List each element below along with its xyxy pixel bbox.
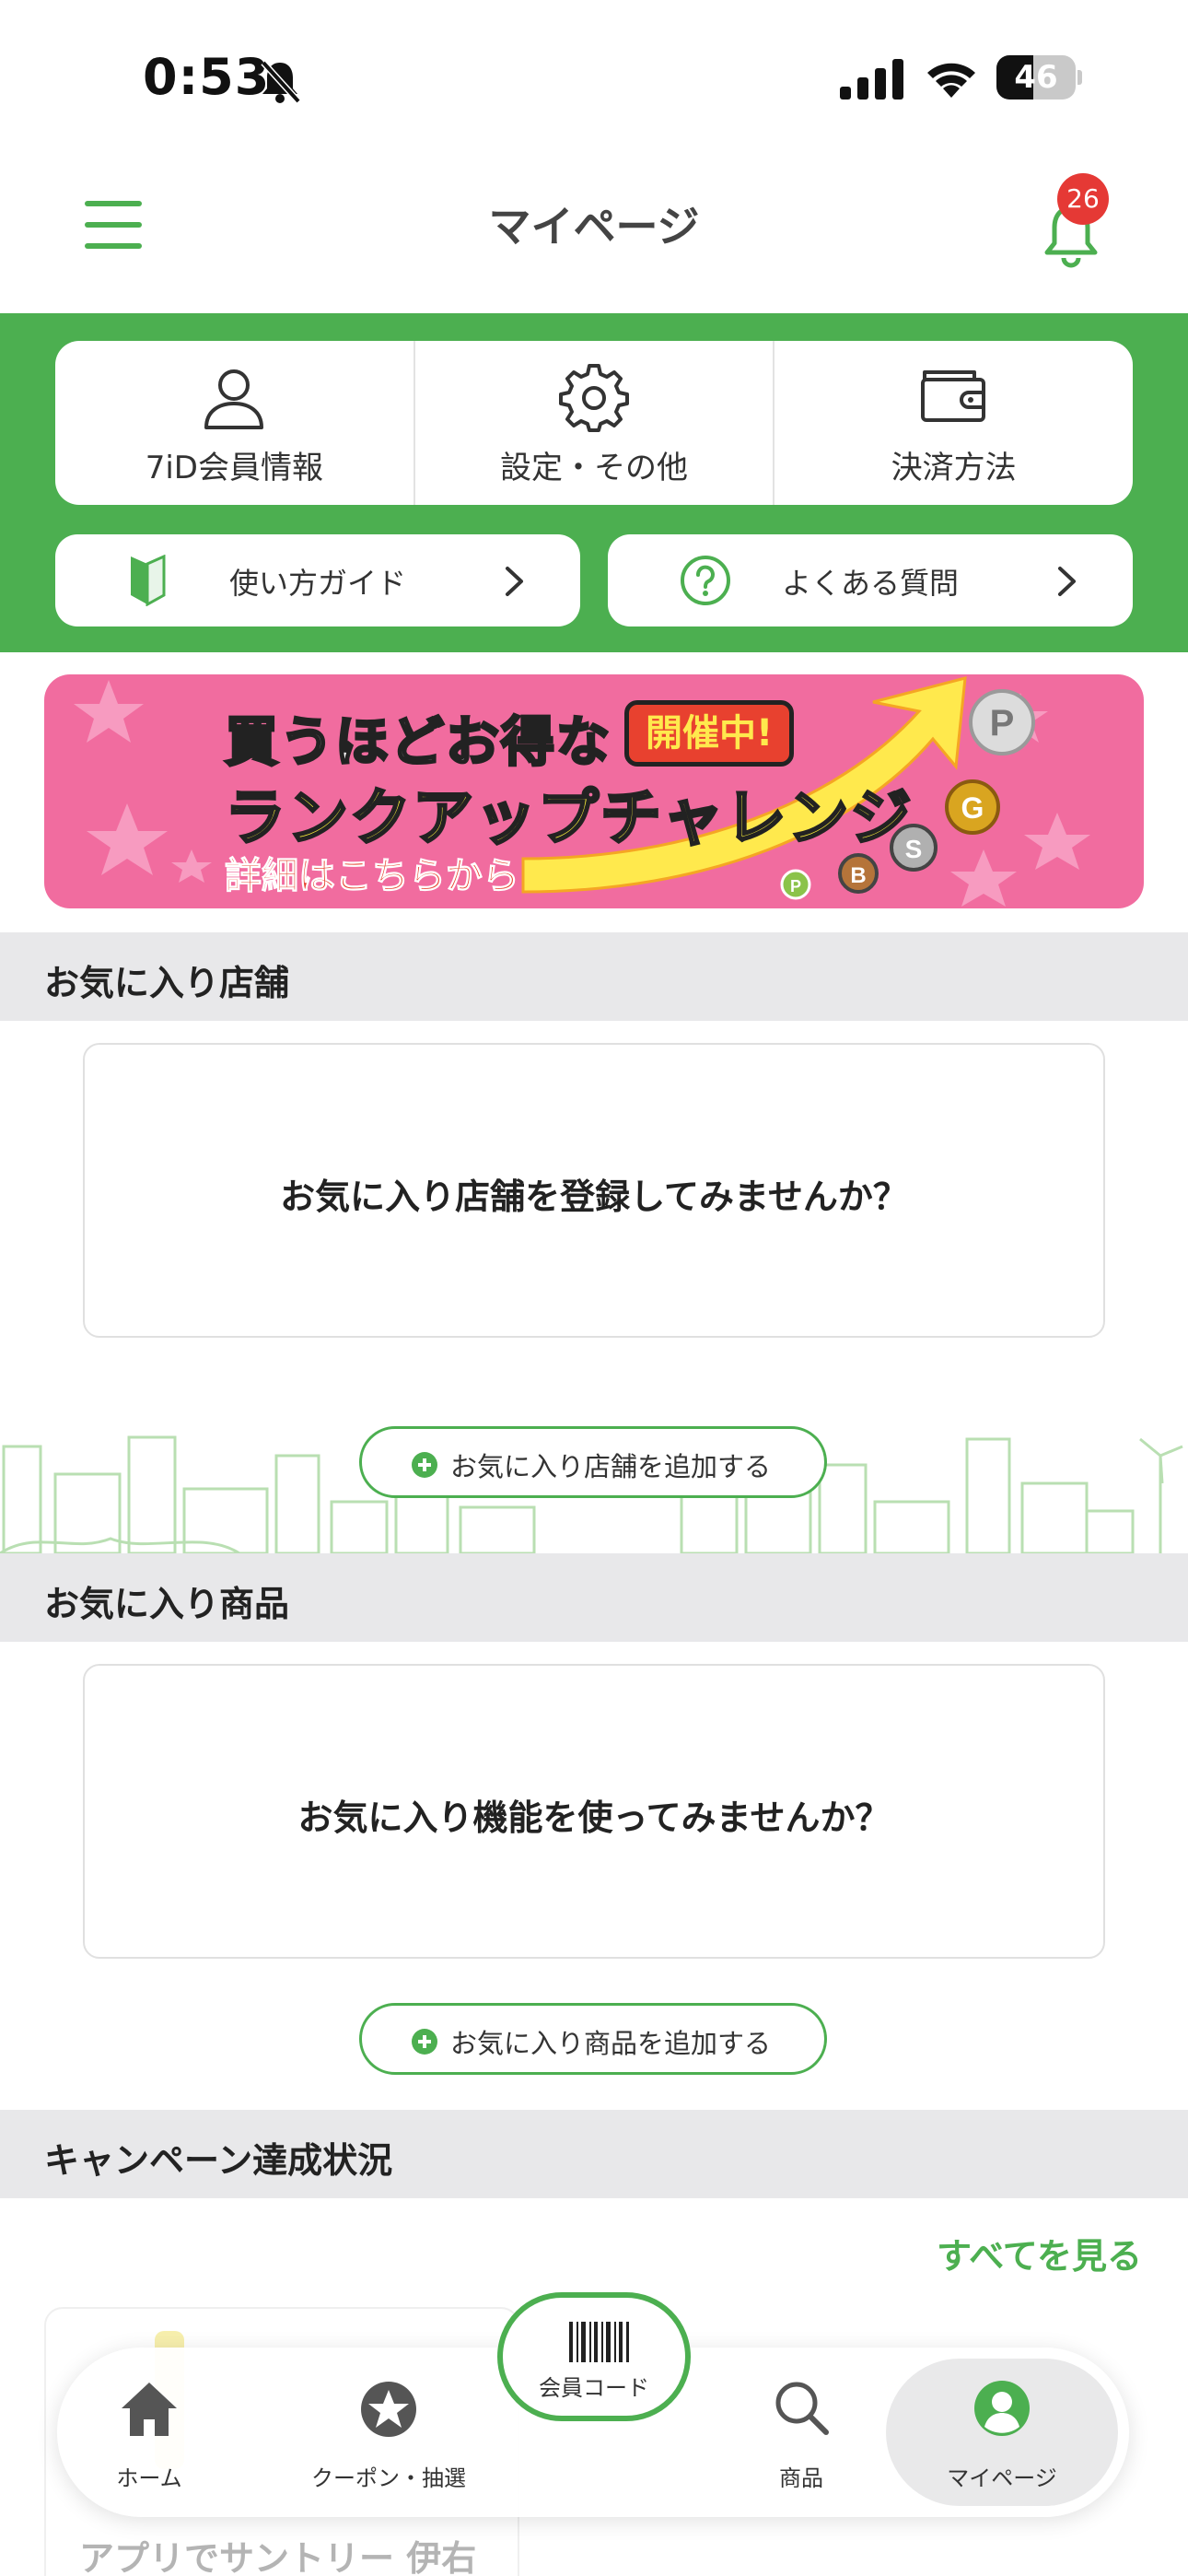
- plus-circle-icon: [412, 1452, 437, 1478]
- quick-menu-panel: 7iD会員情報 設定・その他 決済方法 使い方ガイド よくある質問: [0, 313, 1188, 652]
- empty-message: お気に入り店舗を登録してみませんか？: [280, 1177, 908, 1217]
- settings-label: 設定・その他: [500, 450, 688, 486]
- usage-guide-button[interactable]: 使い方ガイド: [55, 534, 580, 626]
- svg-text:P: P: [990, 703, 1015, 744]
- battery-level: 46: [1014, 59, 1058, 96]
- favorite-products-empty-card: お気に入り機能を使ってみませんか？: [83, 1664, 1105, 1959]
- plus-circle-icon: [412, 2029, 437, 2055]
- wifi-icon: [927, 63, 975, 98]
- wallet-icon: [920, 370, 985, 422]
- tab-coupons-label: クーポン・抽選: [311, 2465, 466, 2491]
- member-info-label: 7iD会員情報: [145, 450, 323, 486]
- add-favorite-product-label: お気に入り商品を追加する: [450, 2028, 772, 2059]
- tab-home[interactable]: ホーム: [76, 2348, 223, 2517]
- section-title: お気に入り商品: [44, 1584, 290, 1624]
- person-circle-icon: [974, 2381, 1030, 2436]
- banner-title: ランクアップチャレンジ: [223, 781, 914, 855]
- tab-mypage[interactable]: マイページ: [886, 2359, 1118, 2506]
- faq-label: よくある質問: [781, 566, 959, 601]
- search-icon: [775, 2382, 829, 2435]
- page-title: マイページ: [488, 202, 700, 252]
- section-title: キャンペーン達成状況: [44, 2140, 393, 2181]
- tab-products-label: 商品: [779, 2465, 823, 2491]
- banner-headline: 買うほどお得な: [223, 709, 612, 775]
- empty-message: お気に入り機能を使ってみませんか？: [297, 1797, 891, 1838]
- favorite-stores-empty-card: お気に入り店舗を登録してみませんか？: [83, 1043, 1105, 1338]
- notification-badge: 26: [1057, 173, 1109, 225]
- tab-coupons[interactable]: クーポン・抽選: [287, 2348, 490, 2517]
- svg-text:B: B: [850, 863, 866, 888]
- bell-muted-icon: [261, 60, 301, 104]
- person-icon: [204, 369, 264, 429]
- banner-details-link: 詳細はこちらから: [225, 855, 520, 898]
- favorite-products-header: お気に入り商品: [0, 1553, 1188, 1642]
- add-favorite-store-button[interactable]: お気に入り店舗を追加する: [359, 1426, 827, 1498]
- battery-icon: 46: [996, 55, 1082, 100]
- tab-mypage-label: マイページ: [947, 2465, 1057, 2491]
- status-time: 0:53: [143, 48, 271, 106]
- star-coin-icon: [361, 2382, 416, 2437]
- member-code-label: 会員コード: [539, 2375, 649, 2401]
- campaign-card-title: アプリでサントリー 伊右: [79, 2538, 477, 2576]
- tab-home-label: ホーム: [116, 2465, 182, 2491]
- payment-method-label: 決済方法: [891, 450, 1017, 486]
- faq-button[interactable]: よくある質問: [608, 534, 1133, 626]
- add-favorite-product-button[interactable]: お気に入り商品を追加する: [359, 2003, 827, 2075]
- barcode-icon: [569, 2322, 629, 2362]
- chevron-right-icon: [506, 567, 523, 596]
- status-bar: 0:53 46: [0, 0, 1188, 157]
- usage-guide-label: 使い方ガイド: [228, 566, 406, 601]
- see-all-link[interactable]: すべてを見る: [937, 2228, 1142, 2278]
- quick-tiles: 7iD会員情報 設定・その他 決済方法: [55, 341, 1133, 505]
- svg-text:P: P: [790, 877, 801, 896]
- gear-icon: [559, 364, 629, 432]
- app-header: マイページ 26: [0, 157, 1188, 313]
- payment-method-tile[interactable]: 決済方法: [773, 341, 1133, 505]
- favorite-stores-header: お気に入り店舗: [0, 932, 1188, 1021]
- chevron-right-icon: [1058, 567, 1076, 596]
- svg-text:G: G: [961, 791, 984, 825]
- tab-products[interactable]: 商品: [737, 2348, 866, 2517]
- rank-up-challenge-banner[interactable]: P G S B P 買うほどお得な 開催中! ランクアップチャレンジ 詳細はこち…: [44, 674, 1144, 908]
- add-favorite-store-label: お気に入り店舗を追加する: [450, 1451, 772, 1482]
- section-title: お気に入り店舗: [44, 963, 290, 1003]
- campaign-status-header: キャンペーン達成状況: [0, 2110, 1188, 2198]
- member-code-button[interactable]: 会員コード: [497, 2292, 691, 2421]
- settings-tile[interactable]: 設定・その他: [413, 341, 774, 505]
- banner-status-tag: 開催中!: [624, 700, 795, 767]
- member-info-tile[interactable]: 7iD会員情報: [55, 341, 413, 505]
- home-icon: [122, 2383, 177, 2436]
- cellular-signal-icon: [840, 59, 903, 100]
